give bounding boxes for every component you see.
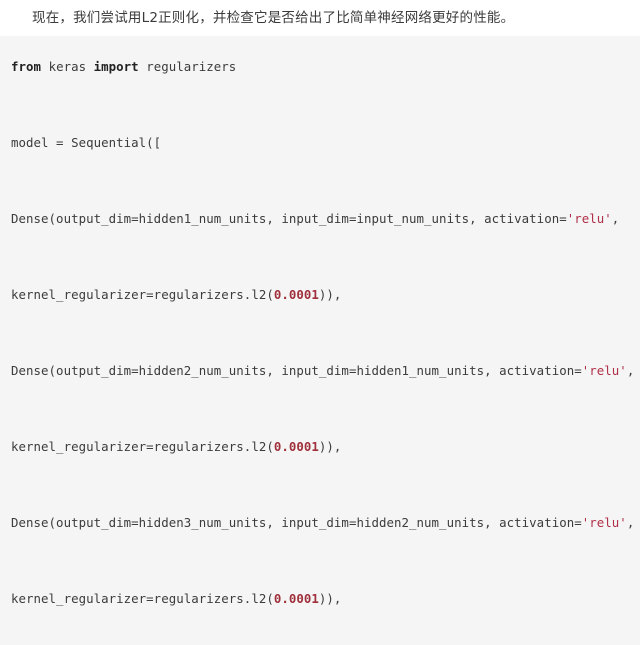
code-token-num: 0.0001 xyxy=(273,439,319,454)
code-token-num: 0.0001 xyxy=(273,287,319,302)
code-token-plain: keras xyxy=(48,59,94,74)
code-line: from keras import regularizers xyxy=(11,48,640,86)
code-token-plain: regularizers xyxy=(146,59,237,74)
code-token-str: 'relu' xyxy=(566,211,612,226)
code-token-plain: model = Sequential([ xyxy=(11,135,162,150)
code-token-plain: Dense(output_dim=hidden1_num_units, inpu… xyxy=(11,211,567,226)
code-line: Dense(output_dim=hidden1_num_units, inpu… xyxy=(11,200,640,238)
code-token-plain: kernel_regularizer=regularizers.l2( xyxy=(11,439,274,454)
code-token-str: 'relu' xyxy=(581,515,627,530)
code-content: from keras import regularizers model = S… xyxy=(0,48,640,645)
code-line: Dense(output_dim=hidden2_num_units, inpu… xyxy=(11,352,640,390)
intro-paragraph: 现在，我们尝试用L2正则化，并检查它是否给出了比简单神经网络更好的性能。 xyxy=(32,10,515,26)
code-token-plain: kernel_regularizer=regularizers.l2( xyxy=(11,591,274,606)
code-token-plain: )), xyxy=(318,439,342,454)
code-token-plain: , xyxy=(626,363,635,378)
code-line: model = Sequential([ xyxy=(11,124,640,162)
code-token-plain: )), xyxy=(318,287,342,302)
code-block[interactable]: from keras import regularizers model = S… xyxy=(0,36,640,645)
code-token-str: 'relu' xyxy=(581,363,627,378)
code-line: kernel_regularizer=regularizers.l2(0.000… xyxy=(11,580,640,618)
code-token-plain: )), xyxy=(318,591,342,606)
code-line: kernel_regularizer=regularizers.l2(0.000… xyxy=(11,428,640,466)
code-token-plain: kernel_regularizer=regularizers.l2( xyxy=(11,287,274,302)
code-token-plain: Dense(output_dim=hidden3_num_units, inpu… xyxy=(11,515,582,530)
code-token-num: 0.0001 xyxy=(273,591,319,606)
code-line: Dense(output_dim=hidden3_num_units, inpu… xyxy=(11,504,640,542)
page-root: 现在，我们尝试用L2正则化，并检查它是否给出了比简单神经网络更好的性能。 fro… xyxy=(0,0,640,645)
code-token-kw: from xyxy=(11,59,49,74)
code-line: kernel_regularizer=regularizers.l2(0.000… xyxy=(11,276,640,314)
code-token-plain: , xyxy=(611,211,620,226)
code-token-kw: import xyxy=(93,59,147,74)
code-token-plain: Dense(output_dim=hidden2_num_units, inpu… xyxy=(11,363,582,378)
code-token-plain: , xyxy=(626,515,635,530)
